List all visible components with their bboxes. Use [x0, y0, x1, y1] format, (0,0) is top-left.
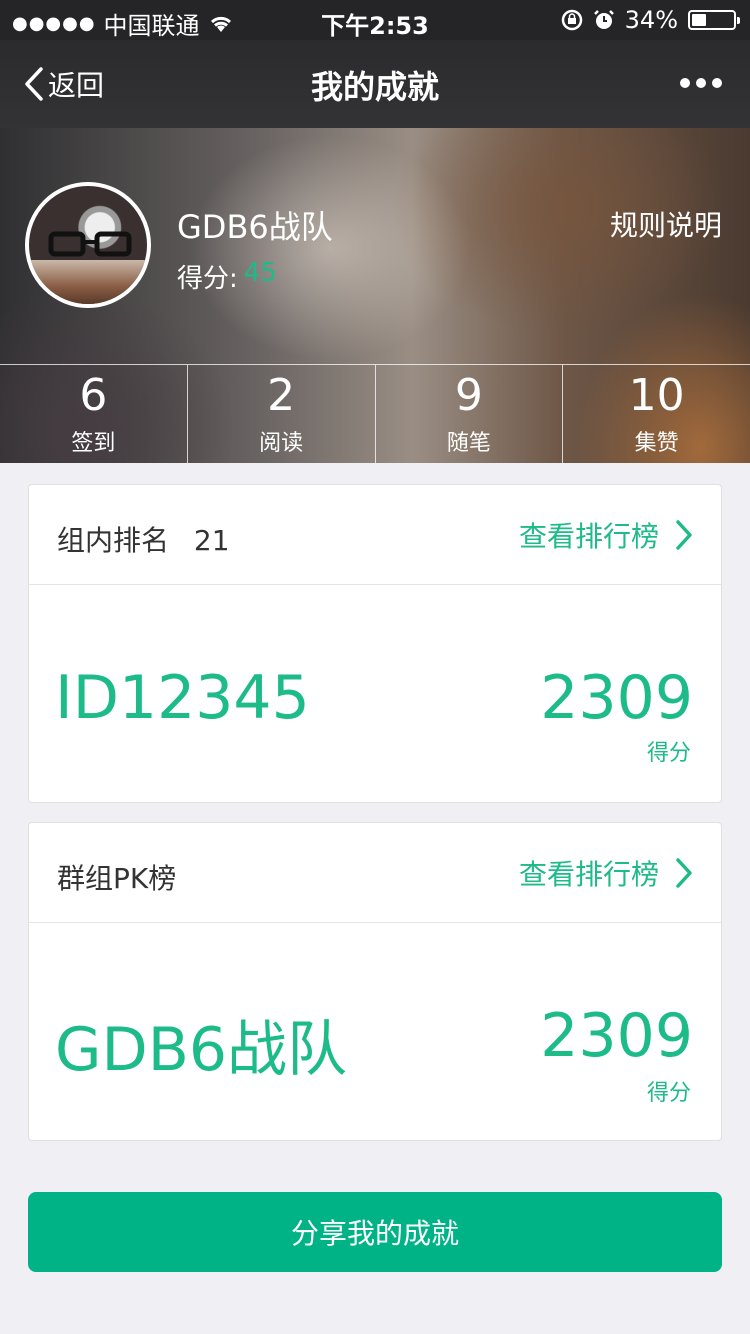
more-dot-icon [712, 78, 722, 88]
back-label: 返回 [48, 69, 105, 102]
stat-label: 签到 [71, 431, 116, 456]
team-score: 2309 [540, 1001, 693, 1071]
avatar-book-shape [29, 260, 147, 304]
view-pk-leaderboard-link[interactable]: 查看排行榜 [519, 853, 693, 893]
stat-label: 阅读 [259, 431, 304, 456]
battery-percent: 34% [624, 6, 678, 34]
profile-header: GDB6战队 得分: 45 规则说明 6 签到 2 阅读 9 随笔 10 集赞 [0, 128, 750, 463]
status-bar: ●●●●● 中国联通 下午2:53 34% [0, 0, 750, 40]
user-id: ID12345 [55, 663, 310, 733]
stat-value: 6 [79, 370, 108, 421]
stat-label: 随笔 [446, 431, 491, 456]
stat-value: 9 [454, 370, 483, 421]
more-dot-icon [696, 78, 706, 88]
glasses-icon [48, 231, 132, 257]
group-rank-card: 组内排名 21 查看排行榜 ID12345 2309 得分 [28, 484, 722, 803]
rules-link[interactable]: 规则说明 [610, 204, 722, 244]
group-pk-card: 群组PK榜 查看排行榜 GDB6战队 2309 得分 [28, 822, 722, 1141]
stat-label: 集赞 [634, 431, 679, 456]
rotation-lock-icon [561, 9, 582, 31]
status-right: 34% [561, 6, 740, 34]
battery-fill [692, 14, 706, 26]
chevron-right-icon [676, 858, 692, 888]
more-dot-icon [680, 78, 690, 88]
view-leaderboard-label: 查看排行榜 [518, 858, 659, 891]
group-rank-title: 组内排名 [57, 524, 170, 557]
card-header: 群组PK榜 查看排行榜 [29, 823, 721, 923]
score-unit: 得分 [646, 1081, 691, 1106]
profile-score: 得分: 45 [177, 258, 277, 295]
more-button[interactable] [680, 78, 722, 88]
stat-value: 10 [628, 370, 685, 421]
battery-icon [688, 10, 740, 30]
stats-bar: 6 签到 2 阅读 9 随笔 10 集赞 [0, 364, 750, 463]
stat-checkin[interactable]: 6 签到 [0, 365, 187, 463]
page-title: 我的成就 [310, 68, 439, 106]
share-achievement-button[interactable]: 分享我的成就 [28, 1192, 722, 1272]
chevron-right-icon [676, 520, 692, 550]
stat-likes[interactable]: 10 集赞 [562, 365, 750, 463]
back-button[interactable]: 返回 [24, 64, 104, 104]
view-leaderboard-label: 查看排行榜 [518, 520, 659, 553]
stat-notes[interactable]: 9 随笔 [374, 365, 563, 463]
score-value: 45 [243, 258, 277, 288]
score-label: 得分: [177, 264, 238, 294]
team-value: GDB6战队 [55, 1015, 348, 1085]
avatar[interactable] [25, 182, 151, 308]
team-name: GDB6战队 [177, 208, 333, 246]
group-rank-number: 21 [193, 524, 230, 557]
chevron-left-icon [25, 67, 43, 101]
view-leaderboard-link[interactable]: 查看排行榜 [519, 515, 693, 555]
alarm-icon [593, 10, 614, 29]
stat-value: 2 [267, 370, 296, 421]
card-title: 组内排名 21 [57, 519, 230, 559]
score-unit: 得分 [646, 741, 691, 766]
stat-reading[interactable]: 2 阅读 [186, 365, 375, 463]
group-pk-title: 群组PK榜 [57, 862, 177, 895]
user-score: 2309 [540, 663, 693, 733]
card-header: 组内排名 21 查看排行榜 [29, 485, 721, 585]
nav-bar: 返回 我的成就 [0, 40, 750, 128]
